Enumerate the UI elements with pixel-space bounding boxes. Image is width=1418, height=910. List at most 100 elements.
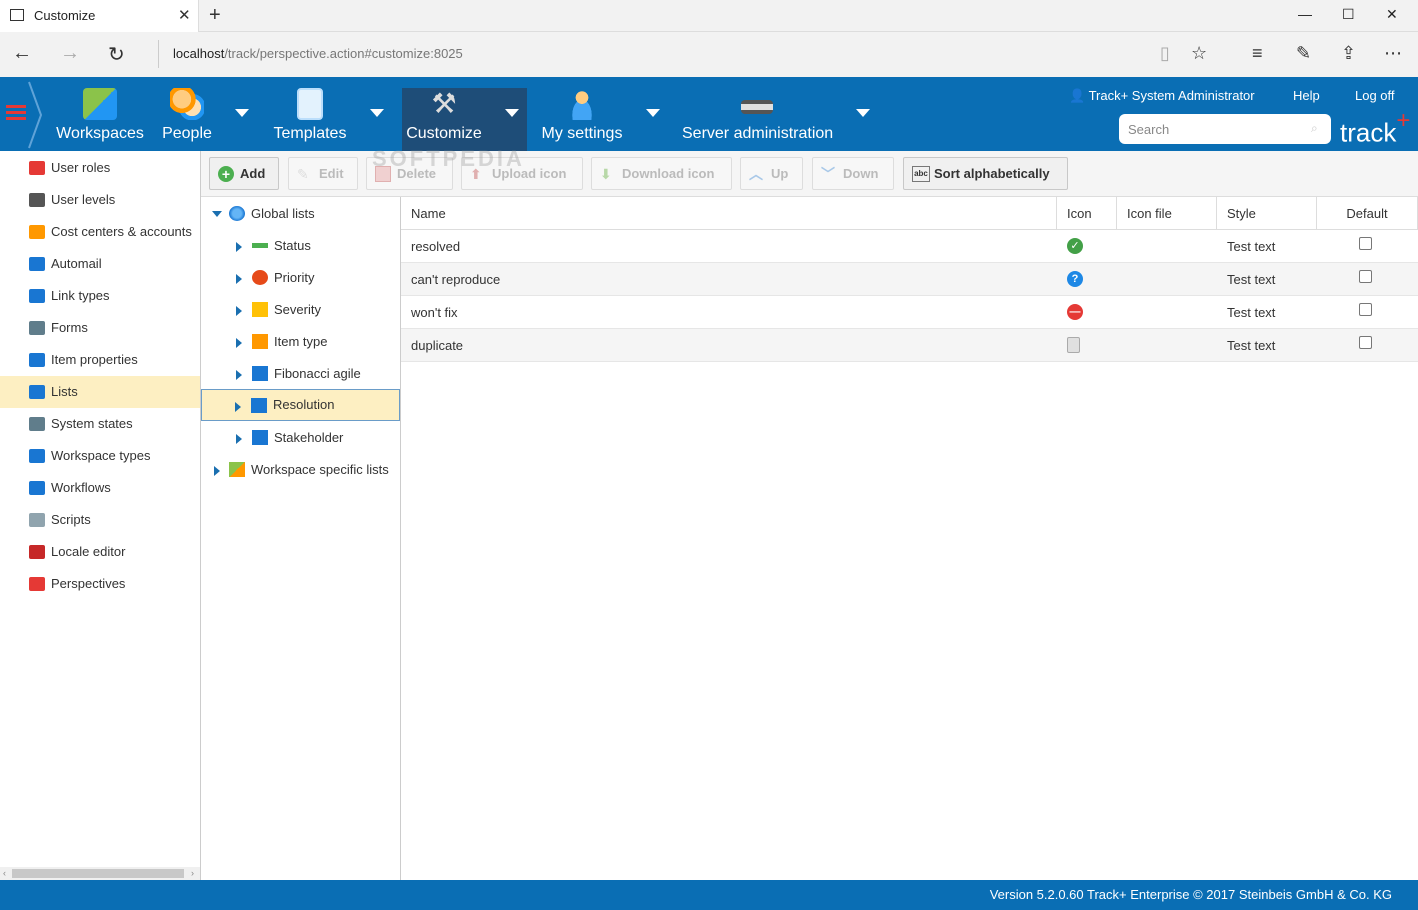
tree-node-item-type[interactable]: Item type — [202, 326, 400, 358]
download-icon-button[interactable]: ⬇ Download icon — [591, 157, 732, 190]
column-header-style[interactable]: Style — [1217, 197, 1317, 230]
scroll-left-icon[interactable]: ‹ — [3, 868, 6, 878]
refresh-icon[interactable]: ↻ — [108, 42, 125, 67]
header-chevron-icon — [28, 81, 43, 149]
sidebar-item-lists[interactable]: Lists — [0, 376, 200, 408]
column-header-default[interactable]: Default — [1317, 197, 1418, 230]
sidebar-item-locale-editor[interactable]: Locale editor — [0, 536, 200, 568]
down-button[interactable]: ﹀ Down — [812, 157, 894, 190]
maximize-icon[interactable]: ☐ — [1342, 6, 1355, 23]
sidebar-item-item-properties[interactable]: Item properties — [0, 344, 200, 376]
my-settings-icon — [565, 88, 599, 120]
nav-templates-dropdown-icon[interactable] — [370, 109, 384, 117]
nav-my-settings[interactable]: My settings — [541, 88, 623, 148]
browser-tab[interactable]: Customize ✕ — [0, 0, 199, 32]
edit-icon: ✎ — [297, 166, 309, 182]
down-arrow-icon: ﹀ — [821, 166, 835, 182]
back-icon[interactable]: ← — [12, 42, 32, 65]
sort-alphabetically-button[interactable]: abc Sort alphabetically — [903, 157, 1068, 190]
people-icon — [170, 88, 204, 120]
column-header-name[interactable]: Name — [401, 197, 1057, 230]
sidebar-item-forms[interactable]: Forms — [0, 312, 200, 344]
nav-customize-dropdown-icon[interactable] — [505, 109, 519, 117]
user-menu[interactable]: 👤 Track+ System Administrator — [1069, 88, 1255, 104]
url-field[interactable]: localhost/track/perspective.action#custo… — [158, 40, 463, 68]
tab-close-icon[interactable]: ✕ — [178, 6, 191, 24]
nav-customize[interactable]: ⚒ Customize — [406, 88, 482, 148]
expand-arrow-icon[interactable] — [236, 434, 242, 444]
server-icon — [741, 100, 773, 114]
hub-icon[interactable]: ≡ — [1252, 43, 1263, 64]
nav-people-dropdown-icon[interactable] — [235, 109, 249, 117]
nav-server-administration[interactable]: Server administration — [682, 88, 834, 148]
search-input[interactable] — [1119, 114, 1331, 144]
add-button[interactable]: + Add — [209, 157, 279, 190]
sidebar-item-user-levels[interactable]: User levels — [0, 184, 200, 216]
default-checkbox[interactable] — [1359, 303, 1372, 316]
sort-alphabetically-label: Sort alphabetically — [934, 166, 1050, 181]
sidebar-item-workflows[interactable]: Workflows — [0, 472, 200, 504]
sidebar-item-cost-centers-accounts[interactable]: Cost centers & accounts — [0, 216, 200, 248]
sidebar-item-system-states[interactable]: System states — [0, 408, 200, 440]
sidebar-item-label: Link types — [51, 288, 110, 303]
tree-node-fibonacci-agile[interactable]: Fibonacci agile — [202, 358, 400, 390]
nav-server-dropdown-icon[interactable] — [856, 109, 870, 117]
sidebar-item-automail[interactable]: Automail — [0, 248, 200, 280]
column-header-icon[interactable]: Icon — [1057, 197, 1117, 230]
search-icon[interactable]: ⌕ — [1311, 121, 1318, 136]
tree-node-workspace-specific-lists[interactable]: Workspace specific lists — [202, 454, 400, 486]
collapse-arrow-icon[interactable] — [212, 211, 222, 217]
nav-server-administration-label: Server administration — [682, 125, 834, 142]
up-arrow-icon: ︿ — [749, 166, 763, 182]
favorite-star-icon[interactable]: ☆ — [1191, 43, 1207, 64]
tree-node-label: Item type — [274, 334, 328, 349]
automail-icon — [29, 257, 45, 271]
tree-node-label: Priority — [274, 270, 315, 285]
sidebar-item-label: Forms — [51, 320, 88, 335]
reading-view-icon[interactable]: ▯ — [1160, 43, 1170, 64]
expand-arrow-icon[interactable] — [236, 274, 242, 284]
expand-arrow-icon[interactable] — [235, 402, 241, 412]
tree-node-severity[interactable]: Severity — [202, 294, 400, 326]
nav-people[interactable]: People — [160, 88, 214, 148]
help-link[interactable]: Help — [1293, 88, 1320, 103]
share-icon[interactable]: ⇪ — [1341, 43, 1356, 64]
tree-node-global-lists[interactable]: Global lists — [202, 198, 400, 230]
tree-node-stakeholder[interactable]: Stakeholder — [202, 422, 400, 454]
edit-button[interactable]: ✎ Edit — [288, 157, 358, 190]
new-tab-button[interactable]: + — [209, 4, 221, 27]
nav-templates[interactable]: Templates — [272, 88, 348, 148]
web-note-icon[interactable]: ✎ — [1296, 43, 1311, 64]
sidebar-item-user-roles[interactable]: User roles — [0, 152, 200, 184]
sidebar-scroll-thumb[interactable] — [12, 869, 184, 878]
sidebar-item-scripts[interactable]: Scripts — [0, 504, 200, 536]
default-checkbox[interactable] — [1359, 270, 1372, 283]
sidebar-item-link-types[interactable]: Link types — [0, 280, 200, 312]
cell-style: Test text — [1227, 305, 1276, 320]
expand-arrow-icon[interactable] — [214, 466, 220, 476]
window-close-icon[interactable]: ✕ — [1386, 6, 1398, 23]
scroll-right-icon[interactable]: › — [191, 868, 194, 878]
more-icon[interactable]: ⋯ — [1384, 43, 1402, 64]
nav-my-settings-dropdown-icon[interactable] — [646, 109, 660, 117]
minimize-icon[interactable]: — — [1298, 6, 1312, 22]
tree-node-resolution[interactable]: Resolution — [201, 389, 400, 421]
sidebar-item-perspectives[interactable]: Perspectives — [0, 568, 200, 600]
expand-arrow-icon[interactable] — [236, 306, 242, 316]
tree-node-priority[interactable]: Priority — [202, 262, 400, 294]
sidebar-item-workspace-types[interactable]: Workspace types — [0, 440, 200, 472]
forward-icon[interactable]: → — [60, 42, 80, 65]
default-checkbox[interactable] — [1359, 237, 1372, 250]
expand-arrow-icon[interactable] — [236, 370, 242, 380]
menu-hamburger-icon[interactable] — [6, 105, 26, 121]
tree-node-status[interactable]: Status — [202, 230, 400, 262]
column-header-icon-file[interactable]: Icon file — [1117, 197, 1217, 230]
nav-workspaces[interactable]: Workspaces — [56, 88, 144, 148]
default-checkbox[interactable] — [1359, 336, 1372, 349]
status-icon — [252, 243, 268, 248]
up-button[interactable]: ︿ Up — [740, 157, 803, 190]
log-off-link[interactable]: Log off — [1355, 88, 1395, 103]
link-types-icon — [29, 289, 45, 303]
expand-arrow-icon[interactable] — [236, 242, 242, 252]
expand-arrow-icon[interactable] — [236, 338, 242, 348]
